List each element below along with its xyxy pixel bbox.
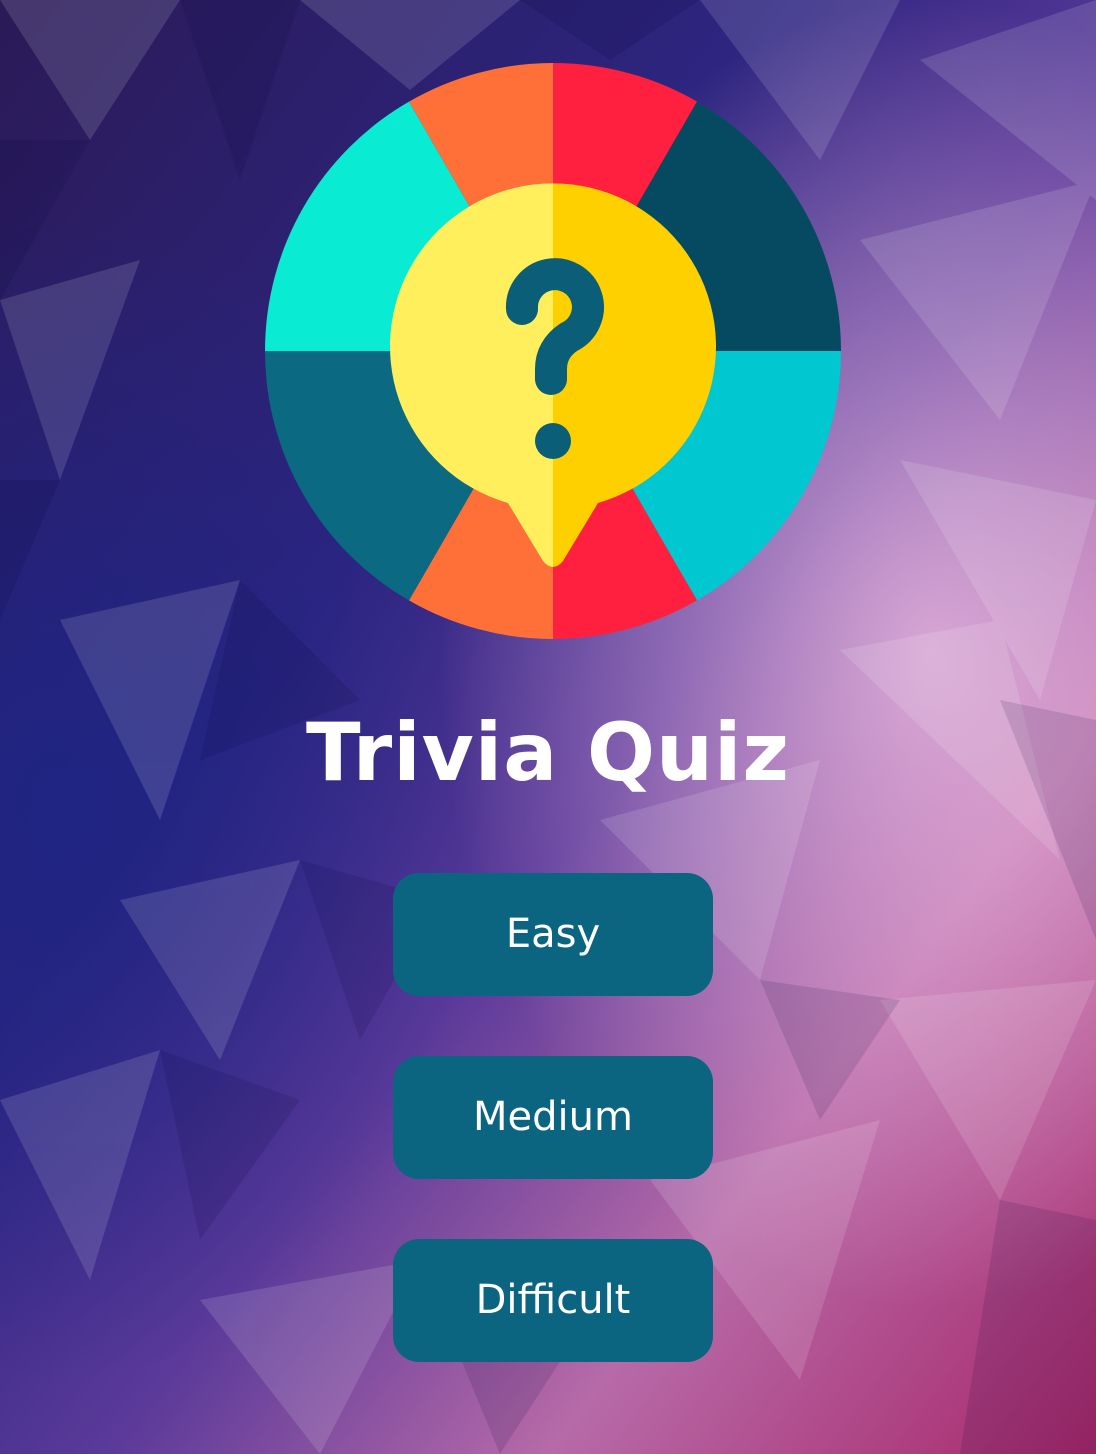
medium-button[interactable]: Medium — [393, 1056, 713, 1179]
question-mark-wheel-icon — [265, 63, 841, 639]
difficult-button[interactable]: Difficult — [393, 1239, 713, 1362]
easy-button[interactable]: Easy — [393, 873, 713, 996]
question-mark-dot — [535, 423, 571, 459]
page-title: Trivia Quiz — [305, 706, 790, 799]
